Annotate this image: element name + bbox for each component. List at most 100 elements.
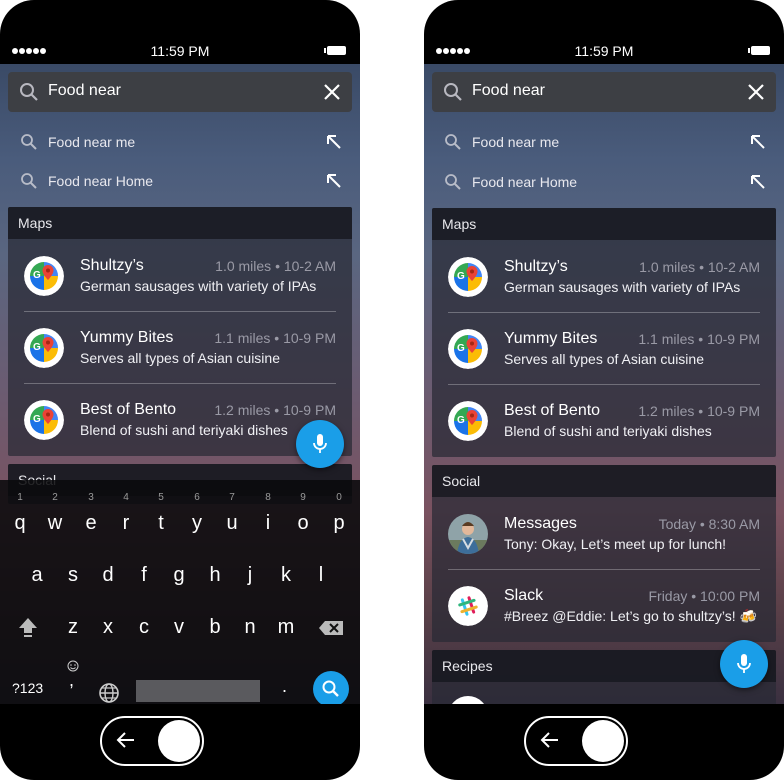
backspace-icon[interactable]	[318, 620, 344, 636]
result-title: Yummy Bites	[504, 330, 598, 347]
social-result[interactable]: Slack Friday • 10:00 PM #Breez @Eddie: L…	[432, 570, 776, 642]
key-n[interactable]: n	[235, 616, 265, 639]
search-input[interactable]: Food near	[472, 82, 545, 100]
maps-result[interactable]: G Yummy Bites 1.1 miles • 10-9 PM Serves…	[8, 312, 352, 384]
search-bar[interactable]: Food near	[432, 72, 776, 112]
close-icon[interactable]	[746, 82, 766, 102]
maps-result[interactable]: G Best of Bento 1.2 miles • 10-9 PM Blen…	[432, 385, 776, 457]
key-w[interactable]: 2w	[40, 492, 70, 535]
key-y[interactable]: 6y	[182, 492, 212, 535]
result-title: Best of Bento	[504, 402, 601, 419]
key-t[interactable]: 5t	[146, 492, 176, 535]
search-icon	[21, 173, 37, 189]
search-bar[interactable]: Food near	[8, 72, 352, 112]
result-meta: 1.1 miles • 10-9 PM	[638, 331, 760, 347]
key-b[interactable]: b	[200, 616, 230, 639]
suggestion-item[interactable]: Food near me	[424, 122, 784, 161]
battery-icon	[324, 46, 346, 55]
maps-result[interactable]: G Yummy Bites 1.1 miles • 10-9 PM Serves…	[432, 313, 776, 385]
key-s[interactable]: s	[58, 564, 88, 587]
mic-icon	[313, 434, 327, 453]
result-meta: 1.1 miles • 10-9 PM	[214, 330, 336, 346]
search-icon	[322, 680, 339, 697]
result-title: Shultzy’s	[504, 258, 568, 275]
arrow-up-left-icon[interactable]	[326, 134, 342, 150]
back-arrow-icon[interactable]	[540, 730, 560, 750]
key-j[interactable]: j	[235, 564, 265, 587]
mic-icon	[737, 654, 751, 673]
key-k[interactable]: k	[271, 564, 301, 587]
close-icon[interactable]	[322, 82, 342, 102]
arrow-up-left-icon[interactable]	[750, 134, 766, 150]
status-bar: 11:59 PM	[0, 40, 360, 62]
key-comma-emoji[interactable]: ,	[66, 658, 80, 692]
key-a[interactable]: a	[22, 564, 52, 587]
shift-icon[interactable]	[17, 616, 39, 638]
svg-text:G: G	[33, 342, 41, 353]
arrow-up-left-icon[interactable]	[326, 173, 342, 189]
key-i[interactable]: 8i	[253, 492, 283, 535]
social-result[interactable]: Messages Today • 8:30 AM Tony: Okay, Let…	[432, 498, 776, 570]
suggestion-label: Food near Home	[472, 174, 578, 190]
result-meta: Friday • 10:00 PM	[648, 588, 760, 604]
suggestion-label: Food near me	[472, 134, 560, 150]
result-title: Shultzy’s	[80, 257, 144, 274]
google-maps-icon: G	[24, 400, 64, 440]
result-meta: Today • 8:30 AM	[658, 516, 760, 532]
google-maps-icon: G	[448, 401, 488, 441]
google-maps-icon: G	[448, 329, 488, 369]
svg-text:G: G	[457, 343, 465, 354]
result-subtitle: Serves all types of Asian cuisine	[80, 350, 280, 366]
key-f[interactable]: f	[129, 564, 159, 587]
search-key[interactable]	[313, 671, 349, 704]
key-m[interactable]: m	[271, 616, 301, 639]
globe-icon[interactable]	[98, 682, 120, 704]
search-icon	[445, 134, 461, 150]
status-time: 11:59 PM	[150, 43, 210, 59]
home-button[interactable]	[158, 720, 200, 762]
maps-result[interactable]: G Shultzy’s 1.0 miles • 10-2 AM German s…	[432, 241, 776, 313]
result-meta: 1.2 miles • 10-9 PM	[638, 403, 760, 419]
mic-button[interactable]	[720, 640, 768, 688]
key-l[interactable]: l	[306, 564, 336, 587]
arrow-up-left-icon[interactable]	[750, 174, 766, 190]
result-subtitle: Serves all types of Asian cuisine	[504, 351, 704, 367]
key-u[interactable]: 7u	[217, 492, 247, 535]
result-meta: 1.0 miles • 10-2 AM	[639, 259, 760, 275]
key-d[interactable]: d	[93, 564, 123, 587]
svg-text:G: G	[457, 415, 465, 426]
key-e[interactable]: 3e	[76, 492, 106, 535]
suggestion-item[interactable]: Food near Home	[0, 161, 360, 200]
mic-button[interactable]	[296, 420, 344, 468]
key-z[interactable]: z	[58, 616, 88, 639]
key-r[interactable]: 4r	[111, 492, 141, 535]
key-o[interactable]: 9o	[288, 492, 318, 535]
screen: Food near Food near me Food near Home Ma…	[0, 64, 360, 704]
nav-bar	[524, 716, 628, 766]
search-icon	[445, 174, 461, 190]
suggestion-label: Food near me	[48, 134, 136, 150]
back-arrow-icon[interactable]	[116, 730, 136, 750]
suggestion-label: Food near Home	[48, 173, 154, 189]
key-q[interactable]: 1q	[5, 492, 35, 535]
google-maps-icon: G	[24, 328, 64, 368]
result-meta: 1.2 miles • 10-9 PM	[214, 402, 336, 418]
key-h[interactable]: h	[200, 564, 230, 587]
result-subtitle: #Breez @Eddie: Let’s go to shultzy’s! 🍻	[504, 608, 757, 624]
result-subtitle: German sausages with variety of IPAs	[80, 278, 317, 294]
key-p[interactable]: 0p	[324, 492, 354, 535]
result-meta: 1.0 miles • 10-2 AM	[215, 258, 336, 274]
search-input[interactable]: Food near	[48, 82, 121, 100]
key-g[interactable]: g	[164, 564, 194, 587]
suggestion-item[interactable]: Food near Home	[424, 162, 784, 201]
key-symbols[interactable]: ?123	[12, 680, 43, 696]
home-button[interactable]	[582, 720, 624, 762]
maps-result[interactable]: G Shultzy’s 1.0 miles • 10-2 AM German s…	[8, 240, 352, 312]
key-v[interactable]: v	[164, 616, 194, 639]
key-c[interactable]: c	[129, 616, 159, 639]
key-period[interactable]: .	[282, 676, 287, 697]
key-x[interactable]: x	[93, 616, 123, 639]
suggestion-item[interactable]: Food near me	[0, 122, 360, 161]
spacebar[interactable]	[136, 680, 260, 702]
result-title: Yummy Bites	[80, 329, 174, 346]
